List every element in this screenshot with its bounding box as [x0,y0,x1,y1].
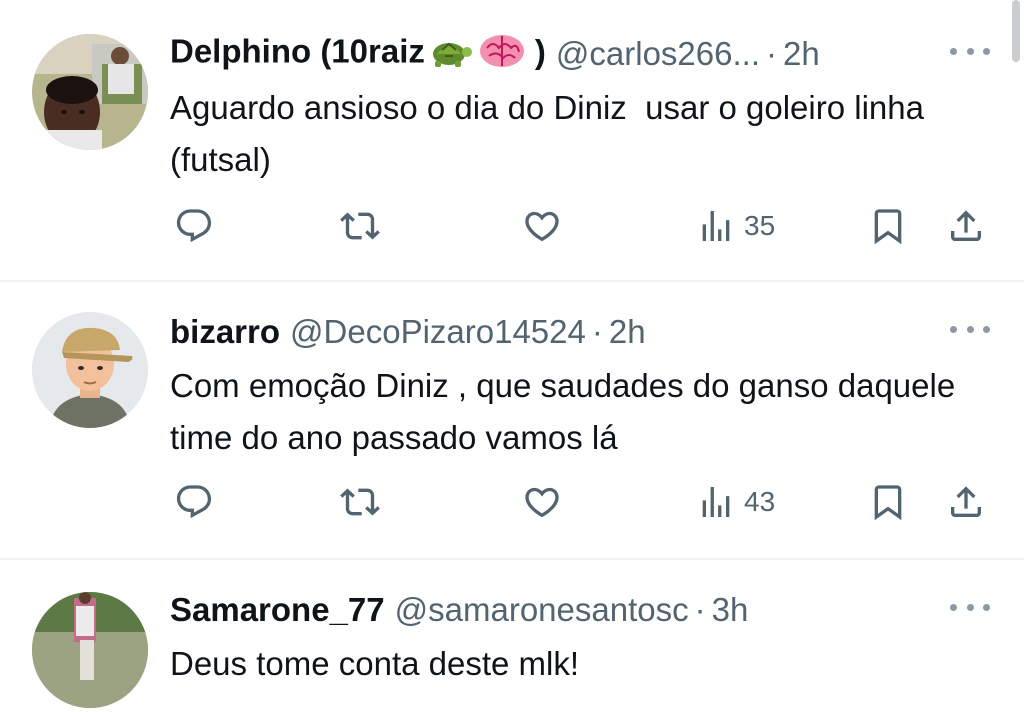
timestamp[interactable]: 2h [609,313,646,351]
share-icon [951,210,981,241]
tweet-text: Deus tome conta deste mlk! [170,645,580,682]
bookmark-button[interactable] [868,204,908,248]
tweet[interactable]: Delphino (10raiz ) @carlos266... · 2h Ag… [0,0,1024,282]
like-button[interactable] [522,204,562,248]
brain-emoji [477,32,527,76]
like-icon [525,487,559,518]
views-button[interactable]: 35 [696,204,775,248]
reply-icon [176,209,212,243]
display-name[interactable]: bizarro [170,313,280,351]
reply-icon [176,485,212,519]
tweet-actions: 35 [170,204,1000,248]
views-icon [702,487,730,517]
retweet-icon [340,212,380,240]
like-icon [525,211,559,242]
share-button[interactable] [946,204,986,248]
tweet-text: Aguardo ansioso o dia do Diniz usar o go… [170,89,934,178]
separator: · [591,313,603,350]
bookmark-icon [874,209,902,245]
timestamp[interactable]: 2h [783,35,820,73]
photo-avatar-man [32,34,148,150]
tweet[interactable]: bizarro @DecoPizaro14524 · 2h Com emoção… [0,282,1024,560]
user-handle[interactable]: @samaronesantosc [395,591,689,629]
retweet-icon [340,488,380,516]
tweet[interactable]: Samarone_77 @samaronesantosc · 3h Deus t… [0,560,1024,712]
share-button[interactable] [946,480,986,524]
tweet-header: Samarone_77 @samaronesantosc · 3h [170,588,980,632]
cartoon-avatar-cap [32,312,148,428]
display-name[interactable]: Delphino (10raiz ) [170,32,546,76]
like-button[interactable] [522,480,562,524]
display-name[interactable]: Samarone_77 [170,591,385,629]
scrollbar[interactable] [1012,0,1020,62]
share-icon [951,486,981,517]
tweet-actions: 43 [170,480,1000,524]
more-icon[interactable] [950,592,990,622]
reply-feed: Delphino (10raiz ) @carlos266... · 2h Ag… [0,0,1024,712]
retweet-button[interactable] [340,204,380,248]
avatar[interactable] [32,592,148,708]
reply-button[interactable] [174,480,214,524]
photo-avatar-outdoor [32,592,148,708]
bookmark-icon [874,485,902,521]
tweet-header: Delphino (10raiz ) @carlos266... · 2h [170,32,980,76]
retweet-button[interactable] [340,480,380,524]
reply-button[interactable] [174,204,214,248]
avatar[interactable] [32,312,148,428]
more-icon[interactable] [950,36,990,66]
tweet-text: Com emoção Diniz , que saudades do ganso… [170,367,965,456]
views-count: 43 [744,486,776,517]
user-handle[interactable]: @carlos266... [556,35,760,73]
avatar[interactable] [32,34,148,150]
bookmark-button[interactable] [868,480,908,524]
timestamp[interactable]: 3h [712,591,749,629]
more-icon[interactable] [950,314,990,344]
views-button[interactable]: 43 [696,480,775,524]
separator: · [765,35,777,72]
user-handle[interactable]: @DecoPizaro14524 [290,313,586,351]
separator: · [694,591,706,628]
views-count: 35 [744,210,776,241]
turtle-emoji [427,32,473,76]
tweet-header: bizarro @DecoPizaro14524 · 2h [170,310,980,354]
views-icon [702,211,730,241]
